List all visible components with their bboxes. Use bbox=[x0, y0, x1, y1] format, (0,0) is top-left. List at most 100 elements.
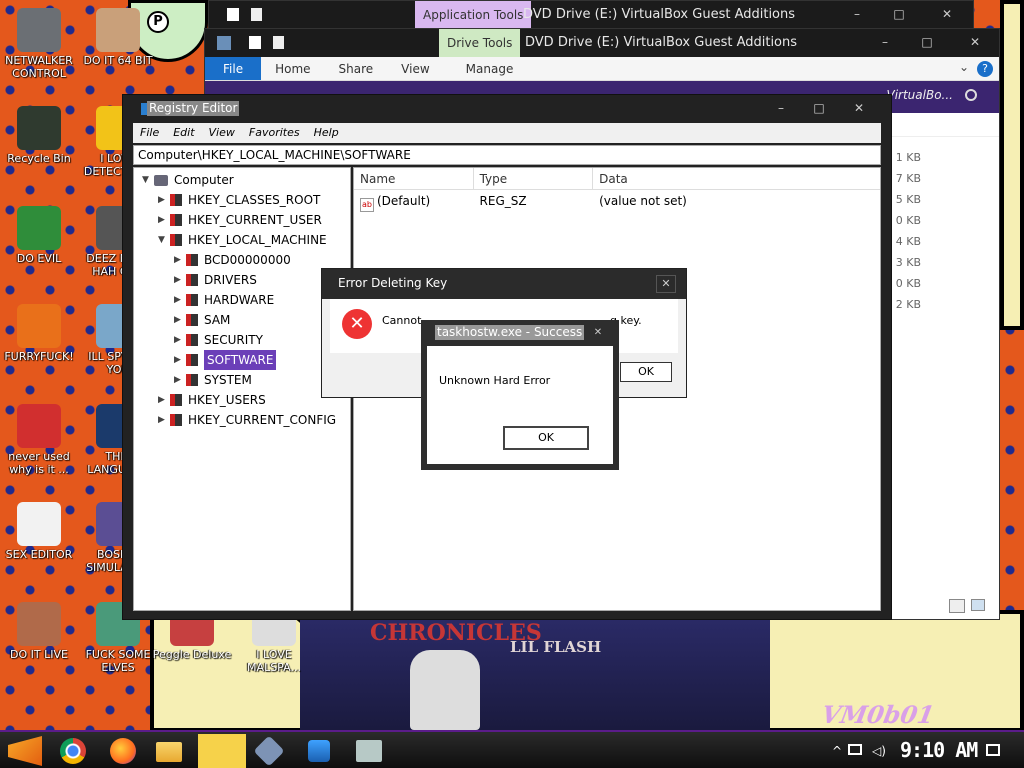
network-icon[interactable] bbox=[848, 744, 862, 755]
chevron-right-icon[interactable]: ▶ bbox=[158, 410, 170, 430]
chevron-right-icon[interactable]: ▶ bbox=[174, 250, 186, 270]
close-button[interactable]: ✕ bbox=[656, 275, 676, 293]
desktop-icon[interactable]: NETWALKER CONTROL bbox=[0, 8, 81, 80]
folder-icon bbox=[170, 214, 182, 226]
quick-access-icon[interactable] bbox=[227, 8, 239, 21]
tree-item[interactable]: ▶ HKEY_CURRENT_USER bbox=[158, 210, 322, 230]
quick-access-icon[interactable] bbox=[249, 36, 261, 49]
tab-application-tools[interactable]: Application Tools bbox=[415, 1, 532, 29]
explorer-back-titlebar[interactable]: Application Tools DVD Drive (E:) Virtual… bbox=[209, 1, 973, 29]
chevron-down-icon[interactable]: ▼ bbox=[142, 170, 154, 190]
clock[interactable]: 9:10 AM bbox=[900, 738, 978, 762]
close-button[interactable]: ✕ bbox=[841, 95, 877, 121]
maximize-button[interactable]: □ bbox=[909, 29, 945, 55]
tree-item[interactable]: ▶ HARDWARE bbox=[174, 290, 274, 310]
minimize-button[interactable]: – bbox=[839, 1, 875, 27]
tree-item[interactable]: ▶ SOFTWARE bbox=[174, 350, 277, 370]
table-row[interactable]: ab (Default) REG_SZ (value not set) bbox=[354, 190, 880, 212]
quick-access-icon[interactable] bbox=[251, 8, 262, 21]
menu-view[interactable]: View bbox=[202, 123, 242, 143]
regedit-address-bar[interactable]: Computer\HKEY_LOCAL_MACHINE\SOFTWARE bbox=[133, 145, 881, 165]
notes-icon[interactable] bbox=[198, 734, 246, 768]
search-icon[interactable] bbox=[965, 89, 977, 101]
desktop-icon[interactable]: never used why is it ... bbox=[0, 404, 81, 476]
file-explorer-icon[interactable] bbox=[156, 742, 182, 762]
ok-button[interactable]: OK bbox=[620, 362, 672, 382]
maximize-button[interactable]: □ bbox=[881, 1, 917, 27]
tree-item-label: SAM bbox=[204, 313, 231, 327]
menu-file[interactable]: File bbox=[133, 123, 166, 143]
chevron-right-icon[interactable]: ▶ bbox=[174, 310, 186, 330]
registry-tree[interactable]: ▼ Computer ▶ HKEY_CLASSES_ROOT ▶ HKEY_CURRENT… bbox=[133, 167, 351, 611]
chevron-right-icon[interactable]: ▶ bbox=[174, 370, 186, 390]
notifications-icon[interactable] bbox=[986, 744, 1000, 756]
ribbon-collapse-icon[interactable]: ⌄ bbox=[959, 60, 969, 74]
chevron-right-icon[interactable]: ▶ bbox=[174, 330, 186, 350]
explorer-titlebar[interactable]: Drive Tools DVD Drive (E:) VirtualBox Gu… bbox=[205, 29, 999, 57]
menu-favorites[interactable]: Favorites bbox=[242, 123, 307, 143]
volume-icon[interactable]: ◁) bbox=[872, 744, 886, 758]
column-header-type[interactable]: Type bbox=[474, 168, 594, 189]
value-data: (value not set) bbox=[599, 194, 687, 208]
chevron-right-icon[interactable]: ▶ bbox=[174, 290, 186, 310]
chevron-right-icon[interactable]: ▶ bbox=[158, 390, 170, 410]
close-button[interactable]: ✕ bbox=[589, 326, 607, 340]
tab-home[interactable]: Home bbox=[261, 57, 324, 80]
virtualbox-icon[interactable] bbox=[253, 735, 285, 767]
desktop-icon[interactable]: FURRYFUCK! bbox=[0, 304, 81, 363]
chevron-right-icon[interactable]: ▶ bbox=[174, 270, 186, 290]
chevron-right-icon[interactable]: ▶ bbox=[158, 210, 170, 230]
tree-item[interactable]: ▶ HKEY_CLASSES_ROOT bbox=[158, 190, 320, 210]
error-message-start: Cannot bbox=[382, 314, 422, 327]
tree-item[interactable]: ▶ HKEY_USERS bbox=[158, 390, 266, 410]
tab-file[interactable]: File bbox=[205, 57, 262, 80]
tab-share[interactable]: Share bbox=[325, 57, 388, 80]
tree-item[interactable]: ▶ SYSTEM bbox=[174, 370, 252, 390]
minimize-button[interactable]: – bbox=[763, 95, 799, 121]
desktop-icon[interactable]: DO EVIL bbox=[0, 206, 81, 265]
ok-button[interactable]: OK bbox=[503, 426, 589, 450]
desktop-icon[interactable]: SEX EDITOR bbox=[0, 502, 81, 561]
show-hidden-icons-icon[interactable]: ^ bbox=[832, 744, 842, 758]
tree-item[interactable]: ▶ DRIVERS bbox=[174, 270, 257, 290]
tree-item[interactable]: ▶ BCD00000000 bbox=[174, 250, 291, 270]
tab-view[interactable]: View bbox=[387, 57, 443, 80]
tab-manage[interactable]: Manage bbox=[444, 57, 528, 80]
control-panel-icon[interactable] bbox=[356, 740, 382, 762]
success-dialog[interactable]: taskhostw.exe - Success ✕ Unknown Hard E… bbox=[421, 320, 619, 470]
chevron-down-icon[interactable]: ▼ bbox=[158, 230, 170, 250]
details-view-icon[interactable] bbox=[949, 599, 965, 613]
tree-item-label: DRIVERS bbox=[204, 273, 257, 287]
desktop-icon[interactable]: DO IT LIVE bbox=[0, 602, 81, 661]
folder-icon bbox=[170, 414, 182, 426]
tab-drive-tools[interactable]: Drive Tools bbox=[439, 29, 521, 57]
tree-item-label: SOFTWARE bbox=[204, 350, 277, 370]
firefox-icon[interactable] bbox=[110, 738, 136, 764]
close-button[interactable]: ✕ bbox=[957, 29, 993, 55]
quick-access-icon[interactable] bbox=[273, 36, 284, 49]
column-header-data[interactable]: Data bbox=[593, 168, 880, 189]
desktop-icon[interactable]: DO IT 64 BIT bbox=[76, 8, 160, 67]
minimize-button[interactable]: – bbox=[867, 29, 903, 55]
start-button[interactable] bbox=[8, 736, 42, 766]
error-dialog-titlebar[interactable]: Error Deleting Key ✕ bbox=[322, 269, 686, 299]
regedit-titlebar[interactable]: Registry Editor – □ ✕ bbox=[123, 95, 891, 123]
chevron-right-icon[interactable]: ▶ bbox=[174, 350, 186, 370]
success-dialog-titlebar[interactable]: taskhostw.exe - Success ✕ bbox=[421, 320, 619, 346]
regedit-icon[interactable] bbox=[308, 740, 330, 762]
help-icon[interactable]: ? bbox=[977, 61, 993, 77]
desktop-icon[interactable]: Recycle Bin bbox=[0, 106, 81, 165]
menu-edit[interactable]: Edit bbox=[166, 123, 201, 143]
tree-item[interactable]: ▶ HKEY_CURRENT_CONFIG bbox=[158, 410, 336, 430]
tree-item[interactable]: ▼ Computer bbox=[142, 170, 234, 190]
column-header-name[interactable]: Name bbox=[354, 168, 474, 189]
tree-item[interactable]: ▼ HKEY_LOCAL_MACHINE bbox=[158, 230, 327, 250]
maximize-button[interactable]: □ bbox=[801, 95, 837, 121]
chevron-right-icon[interactable]: ▶ bbox=[158, 190, 170, 210]
menu-help[interactable]: Help bbox=[307, 123, 346, 143]
tree-item[interactable]: ▶ SECURITY bbox=[174, 330, 263, 350]
tree-item[interactable]: ▶ SAM bbox=[174, 310, 230, 330]
close-button[interactable]: ✕ bbox=[929, 1, 965, 27]
large-icons-view-icon[interactable] bbox=[971, 599, 985, 611]
chrome-icon[interactable] bbox=[60, 738, 86, 764]
